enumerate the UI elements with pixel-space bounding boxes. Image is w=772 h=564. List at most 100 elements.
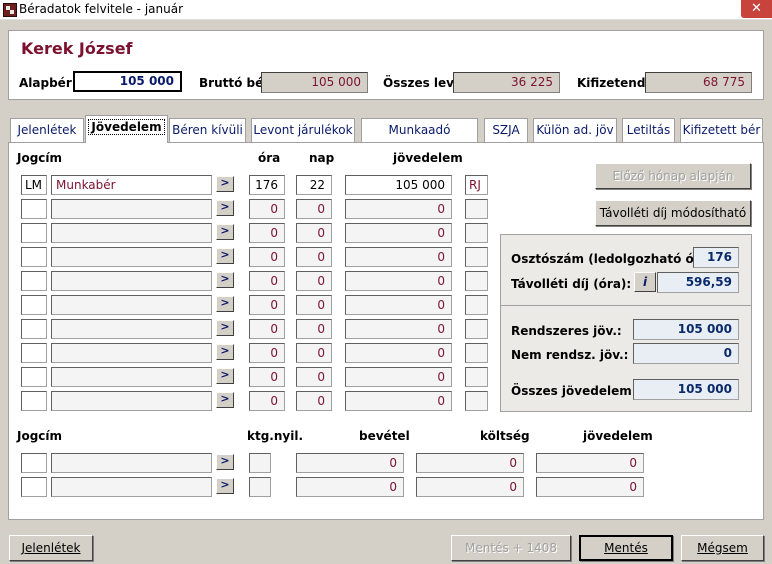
income-flag-cell[interactable] (465, 247, 488, 267)
income-flag-cell[interactable] (465, 199, 488, 219)
income-flag-cell[interactable] (465, 343, 488, 363)
tab-szja[interactable]: SZJA (484, 118, 528, 142)
income-flag-cell[interactable] (465, 223, 488, 243)
income-name-cell[interactable] (51, 367, 212, 387)
income-code-cell[interactable] (21, 367, 47, 387)
income-nap-cell[interactable]: 0 (296, 295, 332, 315)
tab-kifizetett-ber[interactable]: Kifizetett bér (680, 118, 763, 142)
income-code-cell[interactable] (21, 199, 47, 219)
tab-beren-kivuli[interactable]: Béren kívüli (169, 118, 246, 142)
income-ora-cell[interactable]: 0 (249, 271, 285, 291)
cost-select-button[interactable]: > (216, 454, 234, 470)
tab-jelenletek[interactable]: Jelenlétek (10, 118, 84, 142)
income-ora-cell[interactable]: 0 (249, 343, 285, 363)
income-code-cell[interactable] (21, 343, 47, 363)
income-nap-cell[interactable]: 22 (296, 175, 332, 195)
absence-fee-editable-button[interactable]: Távolléti díj módosítható (595, 200, 751, 226)
income-jovedelem-cell[interactable]: 0 (345, 391, 452, 411)
tab-levont-jarulekok[interactable]: Levont járulékok (251, 118, 355, 142)
income-code-cell[interactable] (21, 319, 47, 339)
attendance-button[interactable]: Jelenlétek (9, 535, 93, 561)
income-ora-cell[interactable]: 0 (249, 199, 285, 219)
income-nap-cell[interactable]: 0 (296, 367, 332, 387)
income-jovedelem-cell[interactable]: 0 (345, 367, 452, 387)
cost-name-cell[interactable] (51, 453, 212, 473)
income-name-cell[interactable] (51, 295, 212, 315)
cost-select-button[interactable]: > (216, 478, 234, 494)
income-name-cell[interactable] (51, 271, 212, 291)
income-nap-cell[interactable]: 0 (296, 319, 332, 339)
income-select-button[interactable]: > (216, 320, 234, 336)
cost-ktg-cell[interactable] (249, 477, 271, 497)
income-select-button[interactable]: > (216, 344, 234, 360)
tab-letiltas[interactable]: Letiltás (622, 118, 675, 142)
cost-name-cell[interactable] (51, 477, 212, 497)
income-jovedelem-cell[interactable]: 0 (345, 247, 452, 267)
cost-jovedelem-cell[interactable]: 0 (536, 477, 644, 497)
income-select-button[interactable]: > (216, 368, 234, 384)
cost-jovedelem-cell[interactable]: 0 (536, 453, 644, 473)
income-jovedelem-cell[interactable]: 0 (345, 319, 452, 339)
income-jovedelem-cell[interactable]: 0 (345, 271, 452, 291)
cost-koltseg-cell[interactable]: 0 (416, 453, 524, 473)
income-nap-cell[interactable]: 0 (296, 223, 332, 243)
income-nap-cell[interactable]: 0 (296, 271, 332, 291)
tab-kulon-ad-jov[interactable]: Külön ad. jöv (533, 118, 617, 142)
income-name-cell[interactable] (51, 319, 212, 339)
income-select-button[interactable]: > (216, 200, 234, 216)
income-flag-cell[interactable] (465, 319, 488, 339)
income-flag-cell[interactable] (465, 295, 488, 315)
income-name-cell[interactable] (51, 199, 212, 219)
income-ora-cell[interactable]: 0 (249, 295, 285, 315)
income-name-cell[interactable] (51, 391, 212, 411)
income-name-cell[interactable] (51, 343, 212, 363)
income-flag-cell[interactable] (465, 271, 488, 291)
income-select-button[interactable]: > (216, 392, 234, 408)
save-button[interactable]: Mentés (579, 535, 673, 561)
income-jovedelem-cell[interactable]: 0 (345, 223, 452, 243)
income-ora-cell[interactable]: 176 (249, 175, 285, 195)
income-jovedelem-cell[interactable]: 0 (345, 199, 452, 219)
income-jovedelem-cell[interactable]: 0 (345, 295, 452, 315)
cost-bevetel-cell[interactable]: 0 (296, 477, 404, 497)
income-code-cell[interactable] (21, 271, 47, 291)
income-ora-cell[interactable]: 0 (249, 223, 285, 243)
tab-munkaado-jarulekai[interactable]: Munkaadó járulékai (361, 118, 478, 159)
save-1408-button[interactable]: Mentés + 1408 (451, 535, 571, 561)
income-ora-cell[interactable]: 0 (249, 247, 285, 267)
income-select-button[interactable]: > (216, 248, 234, 264)
income-name-cell[interactable]: Munkabér (51, 175, 212, 195)
income-select-button[interactable]: > (216, 176, 234, 192)
previous-month-button[interactable]: Előző hónap alapján (595, 163, 751, 189)
income-ora-cell[interactable]: 0 (249, 319, 285, 339)
income-nap-cell[interactable]: 0 (296, 391, 332, 411)
income-ora-cell[interactable]: 0 (249, 367, 285, 387)
income-name-cell[interactable] (51, 223, 212, 243)
income-select-button[interactable]: > (216, 296, 234, 312)
income-select-button[interactable]: > (216, 272, 234, 288)
income-code-cell[interactable] (21, 295, 47, 315)
base-salary-input[interactable]: 105 000 (73, 71, 182, 92)
income-nap-cell[interactable]: 0 (296, 199, 332, 219)
income-code-cell[interactable] (21, 223, 47, 243)
income-jovedelem-cell[interactable]: 105 000 (345, 175, 452, 195)
cost-code-cell[interactable] (21, 477, 47, 497)
cost-koltseg-cell[interactable]: 0 (416, 477, 524, 497)
info-button[interactable]: i (634, 272, 656, 292)
close-button[interactable]: ✕ (741, 0, 772, 18)
income-nap-cell[interactable]: 0 (296, 343, 332, 363)
income-jovedelem-cell[interactable]: 0 (345, 343, 452, 363)
income-code-cell[interactable]: LM (21, 175, 47, 195)
cost-bevetel-cell[interactable]: 0 (296, 453, 404, 473)
income-name-cell[interactable] (51, 247, 212, 267)
cancel-button[interactable]: Mégsem (681, 535, 764, 561)
income-flag-cell[interactable] (465, 391, 488, 411)
income-code-cell[interactable] (21, 247, 47, 267)
income-nap-cell[interactable]: 0 (296, 247, 332, 267)
income-code-cell[interactable] (21, 391, 47, 411)
income-flag-cell[interactable] (465, 367, 488, 387)
tab-jovedelem[interactable]: Jövedelem (85, 115, 168, 143)
cost-code-cell[interactable] (21, 453, 47, 473)
cost-ktg-cell[interactable] (249, 453, 271, 473)
income-select-button[interactable]: > (216, 224, 234, 240)
